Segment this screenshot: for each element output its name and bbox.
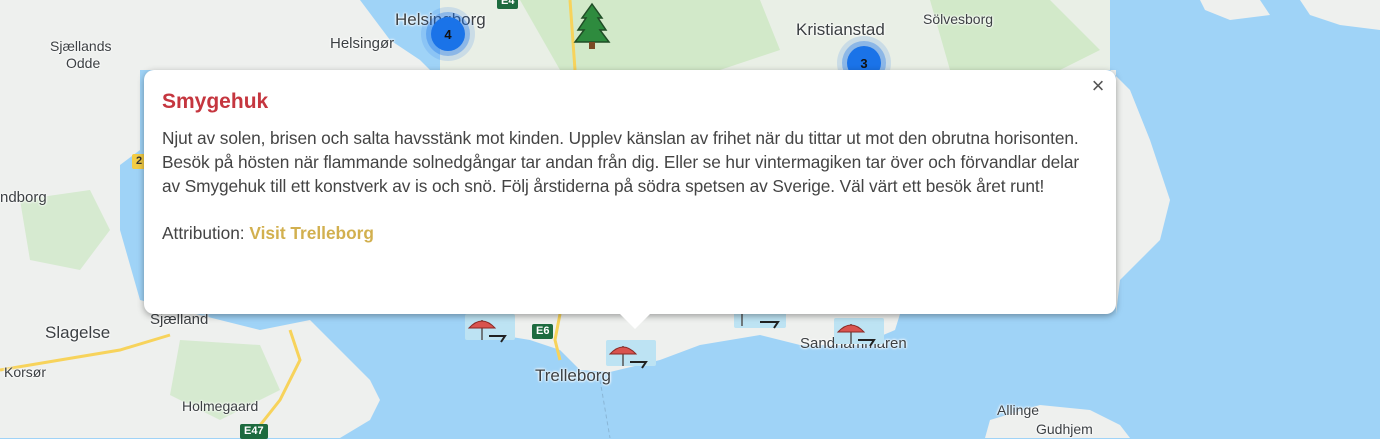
road-shield-e6: E6 [532,324,554,339]
cluster-marker-helsingborg[interactable]: 4 [431,17,465,51]
label-allinge: Allinge [997,402,1040,418]
label-solvesborg: Sölvesborg [923,11,994,27]
label-holmegaard: Holmegaard [182,398,259,414]
attribution-label: Attribution: [162,223,245,243]
popup-description: Njut av solen, brisen och salta havsstän… [162,128,1080,196]
beach-umbrella-icon[interactable] [465,314,515,344]
label-odde: Odde [66,55,101,71]
label-kristianstad: Kristianstad [796,20,885,39]
skane-forest [520,0,780,70]
road-shield-e4: E4 [497,0,519,9]
tree-icon[interactable] [572,2,612,50]
attribution-link[interactable]: Visit Trelleborg [249,223,374,243]
label-kalundborg: ndborg [0,189,47,206]
road-shield-e47: E47 [240,424,268,439]
label-sjaellands: Sjællands [50,38,112,54]
beach-umbrella-icon[interactable] [834,316,884,350]
label-korsor: Korsør [4,364,46,380]
label-slagelse: Slagelse [45,323,111,342]
label-sjaelland: Sjælland [150,311,209,328]
popup-title: Smygehuk [162,90,269,113]
label-gudhjem: Gudhjem [1036,421,1093,437]
label-trelleborg: Trelleborg [535,366,611,385]
beach-umbrella-icon[interactable] [734,312,786,330]
label-helsingor: Helsingør [330,35,395,52]
close-icon[interactable]: × [1086,74,1110,98]
info-window-popup: × Smygehuk Njut av solen, brisen och sal… [144,70,1116,329]
attribution: Attribution: Visit Trelleborg [162,221,1098,245]
beach-umbrella-icon[interactable] [606,338,656,370]
